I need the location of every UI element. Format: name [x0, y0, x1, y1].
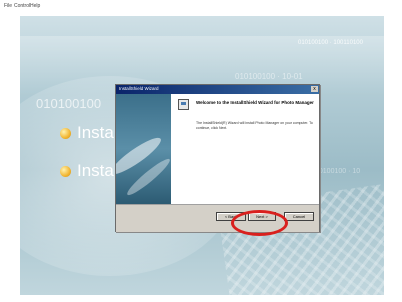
close-icon[interactable]: x	[311, 86, 318, 92]
cancel-button[interactable]: Cancel	[284, 212, 314, 221]
installshield-dialog: InstallShield Wizard x Welcome to the In…	[115, 84, 320, 232]
next-button-highlight-circle	[231, 210, 288, 236]
install-option-label: Insta	[77, 161, 114, 180]
binary-text-mid: 010100100 · 10-01	[235, 72, 303, 81]
dialog-button-bar: < Back Next > Cancel	[116, 204, 319, 232]
install-option-1[interactable]: Insta	[60, 123, 114, 143]
binary-text-left: 010100100	[36, 96, 102, 111]
menu-control[interactable]: Control	[14, 3, 30, 9]
bullet-icon	[60, 127, 71, 139]
menu-help[interactable]: Help	[30, 3, 40, 9]
dialog-title: InstallShield Wizard	[119, 86, 159, 91]
welcome-description: The InstallShield(R) Wizard will install…	[196, 121, 313, 130]
menu-file[interactable]: File	[4, 3, 12, 9]
welcome-heading: Welcome to the InstallShield Wizard for …	[196, 100, 314, 105]
dialog-titlebar[interactable]: InstallShield Wizard x	[116, 85, 319, 94]
wizard-side-graphic	[116, 94, 171, 204]
bullet-icon	[60, 165, 71, 177]
binary-text-right: 10100100 · 10	[315, 168, 361, 175]
install-option-2[interactable]: Insta	[60, 161, 114, 181]
menu-bar: File Control Help	[0, 0, 402, 15]
install-option-label: Insta	[77, 123, 114, 142]
dialog-content: Welcome to the InstallShield Wizard for …	[176, 94, 318, 202]
binary-text-top: 010100100 · 100110100	[298, 40, 363, 46]
computer-icon	[178, 99, 189, 110]
